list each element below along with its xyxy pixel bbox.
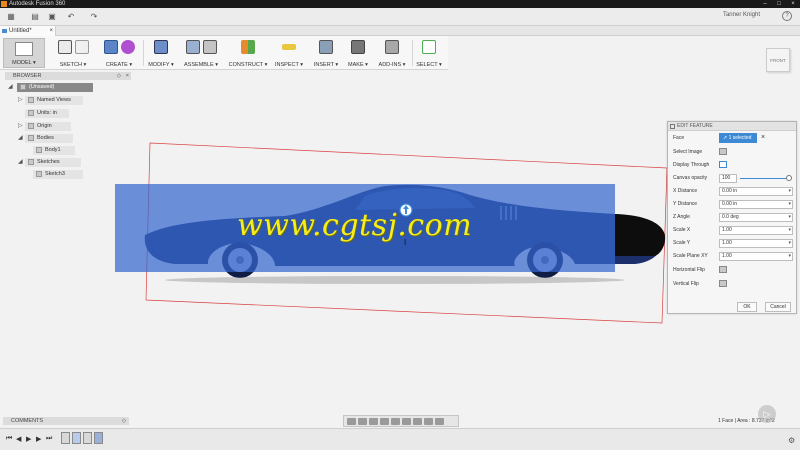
scale-x-input[interactable]: 1.00 ▾ (719, 226, 793, 235)
scale-x-row: Scale X 1.00 ▾ (668, 225, 798, 236)
fit-icon[interactable] (391, 418, 400, 425)
horizontal-flip-label: Horizontal Flip (673, 267, 705, 273)
dropdown-arrow-icon[interactable]: ▾ (788, 240, 791, 247)
x-distance-label: X Distance (673, 188, 698, 194)
face-row: Face ➚ 1 selected × (668, 133, 798, 144)
move-handle-icon[interactable] (399, 203, 413, 217)
vertical-flip-row: Vertical Flip (668, 279, 798, 290)
edit-feature-header[interactable]: EDIT FEATURE (668, 122, 796, 131)
watermark-text: www.cgtsj.com (237, 208, 473, 243)
timeline-canvas-icon[interactable] (94, 432, 103, 444)
pan-icon[interactable] (369, 418, 378, 425)
video-logo-icon: ▷ (758, 405, 776, 423)
scale-y-label: Scale Y (673, 240, 691, 246)
timeline-next-icon[interactable]: ▶ (36, 435, 41, 443)
y-distance-input[interactable]: 0.00 in ▾ (719, 200, 793, 209)
zoom-icon[interactable] (380, 418, 389, 425)
timeline-sketch-icon[interactable] (61, 432, 70, 444)
select-image-row: Select Image (668, 147, 798, 158)
edit-feature-title: EDIT FEATURE (677, 123, 713, 129)
y-distance-row: Y Distance 0.00 in ▾ (668, 199, 798, 210)
grid-settings-icon[interactable] (413, 418, 422, 425)
vertical-flip-icon[interactable] (719, 280, 727, 287)
timeline-extrude-icon[interactable] (72, 432, 81, 444)
z-angle-label: Z Angle (673, 214, 690, 220)
vertical-flip-label: Vertical Flip (673, 281, 699, 287)
text-cursor-icon: I (404, 238, 407, 247)
viewcube[interactable]: FRONT (766, 48, 790, 72)
panel-collapse-icon[interactable] (670, 124, 675, 129)
canvas-opacity-row: Canvas opacity 100 (668, 173, 798, 184)
x-distance-value: 0.00 in (722, 188, 738, 194)
z-angle-row: Z Angle 0.0 deg ▾ (668, 212, 798, 223)
comments-title: COMMENTS (11, 418, 44, 424)
x-distance-input[interactable]: 0.00 in ▾ (719, 187, 793, 196)
edit-feature-panel: EDIT FEATURE Face ➚ 1 selected × Select … (667, 121, 797, 314)
comments-panel[interactable]: COMMENTS ◇ (3, 417, 129, 425)
cancel-button[interactable]: Cancel (765, 302, 791, 312)
timeline-sketch-icon[interactable] (83, 432, 92, 444)
scale-x-label: Scale X (673, 227, 691, 233)
x-distance-row: X Distance 0.00 in ▾ (668, 186, 798, 197)
scale-y-row: Scale Y 1.00 ▾ (668, 238, 798, 249)
canvas-opacity-slider-handle[interactable] (786, 175, 792, 181)
navigation-bar (343, 415, 459, 427)
y-distance-value: 0.00 in (722, 201, 738, 207)
timeline-start-icon[interactable]: ⏮ (6, 435, 12, 443)
scale-y-input[interactable]: 1.00 ▾ (719, 239, 793, 248)
dropdown-arrow-icon[interactable]: ▾ (788, 253, 791, 260)
face-label: Face (673, 135, 685, 141)
face-select-button[interactable]: ➚ 1 selected (719, 133, 757, 143)
display-through-label: Display Through (673, 162, 710, 168)
timeline-end-icon[interactable]: ⏭ (46, 435, 52, 443)
ok-button[interactable]: OK (737, 302, 757, 312)
dropdown-arrow-icon[interactable]: ▾ (788, 188, 791, 195)
select-image-icon[interactable] (719, 148, 727, 155)
dropdown-arrow-icon[interactable]: ▾ (788, 214, 791, 221)
timeline: ⏮ ◀ ▶ ▶ ⏭ (0, 428, 800, 450)
horizontal-flip-row: Horizontal Flip (668, 265, 798, 276)
timeline-settings-icon[interactable]: ⚙ (788, 436, 795, 445)
horizontal-flip-icon[interactable] (719, 266, 727, 273)
scale-y-value: 1.00 (722, 240, 732, 246)
scale-plane-xy-row: Scale Plane XY 1.00 ▾ (668, 251, 798, 262)
canvas-opacity-label: Canvas opacity (673, 175, 708, 181)
face-selected-text: 1 selected (728, 135, 752, 141)
y-distance-label: Y Distance (673, 201, 698, 207)
scale-x-value: 1.00 (722, 227, 732, 233)
canvas-opacity-input[interactable]: 100 (719, 174, 737, 183)
comments-pin-icon[interactable]: ◇ (122, 417, 126, 425)
z-angle-input[interactable]: 0.0 deg ▾ (719, 213, 793, 222)
z-angle-value: 0.0 deg (722, 214, 739, 220)
timeline-prev-icon[interactable]: ◀ (16, 435, 21, 443)
viewports-icon[interactable] (424, 418, 433, 425)
display-through-checkbox[interactable] (719, 161, 727, 168)
dropdown-arrow-icon[interactable]: ▾ (788, 201, 791, 208)
clear-selection-icon[interactable]: × (761, 133, 765, 143)
canvas-opacity-slider[interactable] (740, 178, 790, 179)
scale-plane-xy-value: 1.00 (722, 253, 732, 259)
select-image-label: Select Image (673, 149, 703, 155)
display-settings-icon[interactable] (402, 418, 411, 425)
display-through-row: Display Through (668, 160, 798, 171)
look-at-icon[interactable] (358, 418, 367, 425)
environment-icon[interactable] (435, 418, 444, 425)
dropdown-arrow-icon[interactable]: ▾ (788, 227, 791, 234)
scale-plane-xy-input[interactable]: 1.00 ▾ (719, 252, 793, 261)
scale-plane-xy-label: Scale Plane XY (673, 253, 708, 259)
timeline-play-icon[interactable]: ▶ (26, 435, 31, 443)
orbit-icon[interactable] (347, 418, 356, 425)
